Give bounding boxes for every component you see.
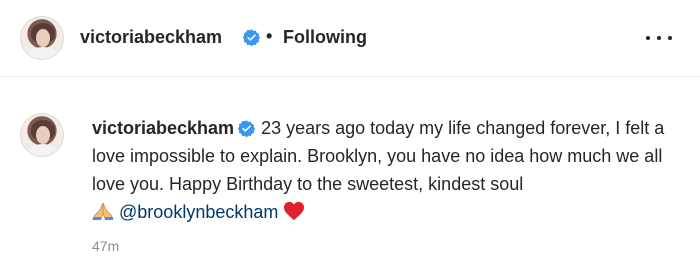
following-button[interactable]: Following — [283, 27, 367, 48]
verified-badge-icon — [238, 120, 256, 137]
red-heart-emoji — [284, 201, 305, 221]
separator-dot: • — [266, 26, 273, 46]
verified-badge-icon — [243, 29, 260, 46]
caption-avatar[interactable] — [20, 113, 64, 157]
post-timestamp[interactable]: 47m — [92, 238, 119, 254]
more-options-icon[interactable] — [646, 28, 672, 48]
profile-avatar[interactable] — [20, 16, 64, 60]
caption-body: victoriabeckham 23 years ago today my li… — [92, 114, 682, 226]
caption-username[interactable]: victoriabeckham — [92, 118, 234, 138]
praying-hands-emoji — [92, 202, 114, 220]
mention-link[interactable]: @brooklynbeckham — [119, 202, 278, 222]
post-header: victoriabeckham • Following — [0, 0, 700, 77]
header-username[interactable]: victoriabeckham — [80, 27, 222, 48]
